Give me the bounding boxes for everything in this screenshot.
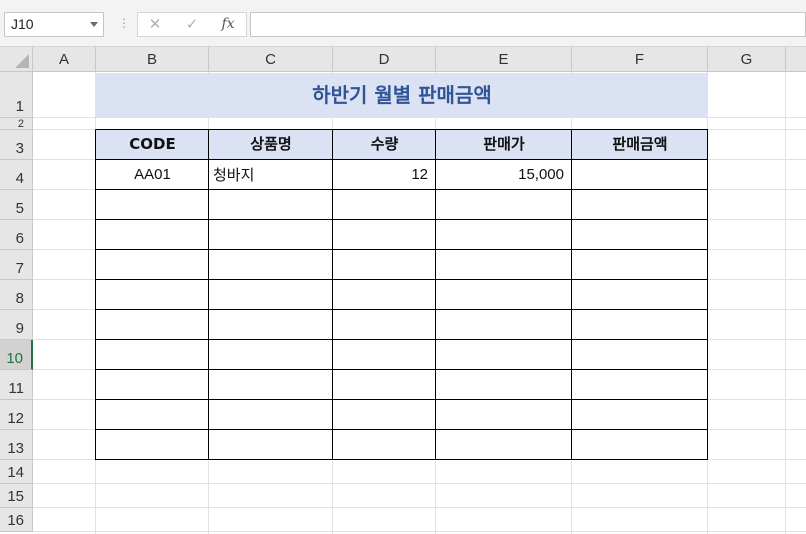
header-quantity[interactable]: 수량 — [333, 130, 436, 160]
cell-e4-price[interactable]: 15,000 — [436, 160, 572, 190]
sheet-title[interactable]: 하반기 월별 판매금액 — [96, 73, 708, 117]
cell-d4-qty[interactable]: 12 — [333, 160, 436, 190]
header-price[interactable]: 판매가 — [436, 130, 572, 160]
header-code[interactable]: CODE — [96, 130, 209, 160]
header-product-name[interactable]: 상품명 — [209, 130, 333, 160]
cell-c4-name[interactable]: 청바지 — [209, 160, 333, 190]
cell-f4-amount[interactable] — [572, 160, 708, 190]
header-amount[interactable]: 판매금액 — [572, 130, 708, 160]
cell-b4-code[interactable]: AA01 — [96, 160, 209, 190]
